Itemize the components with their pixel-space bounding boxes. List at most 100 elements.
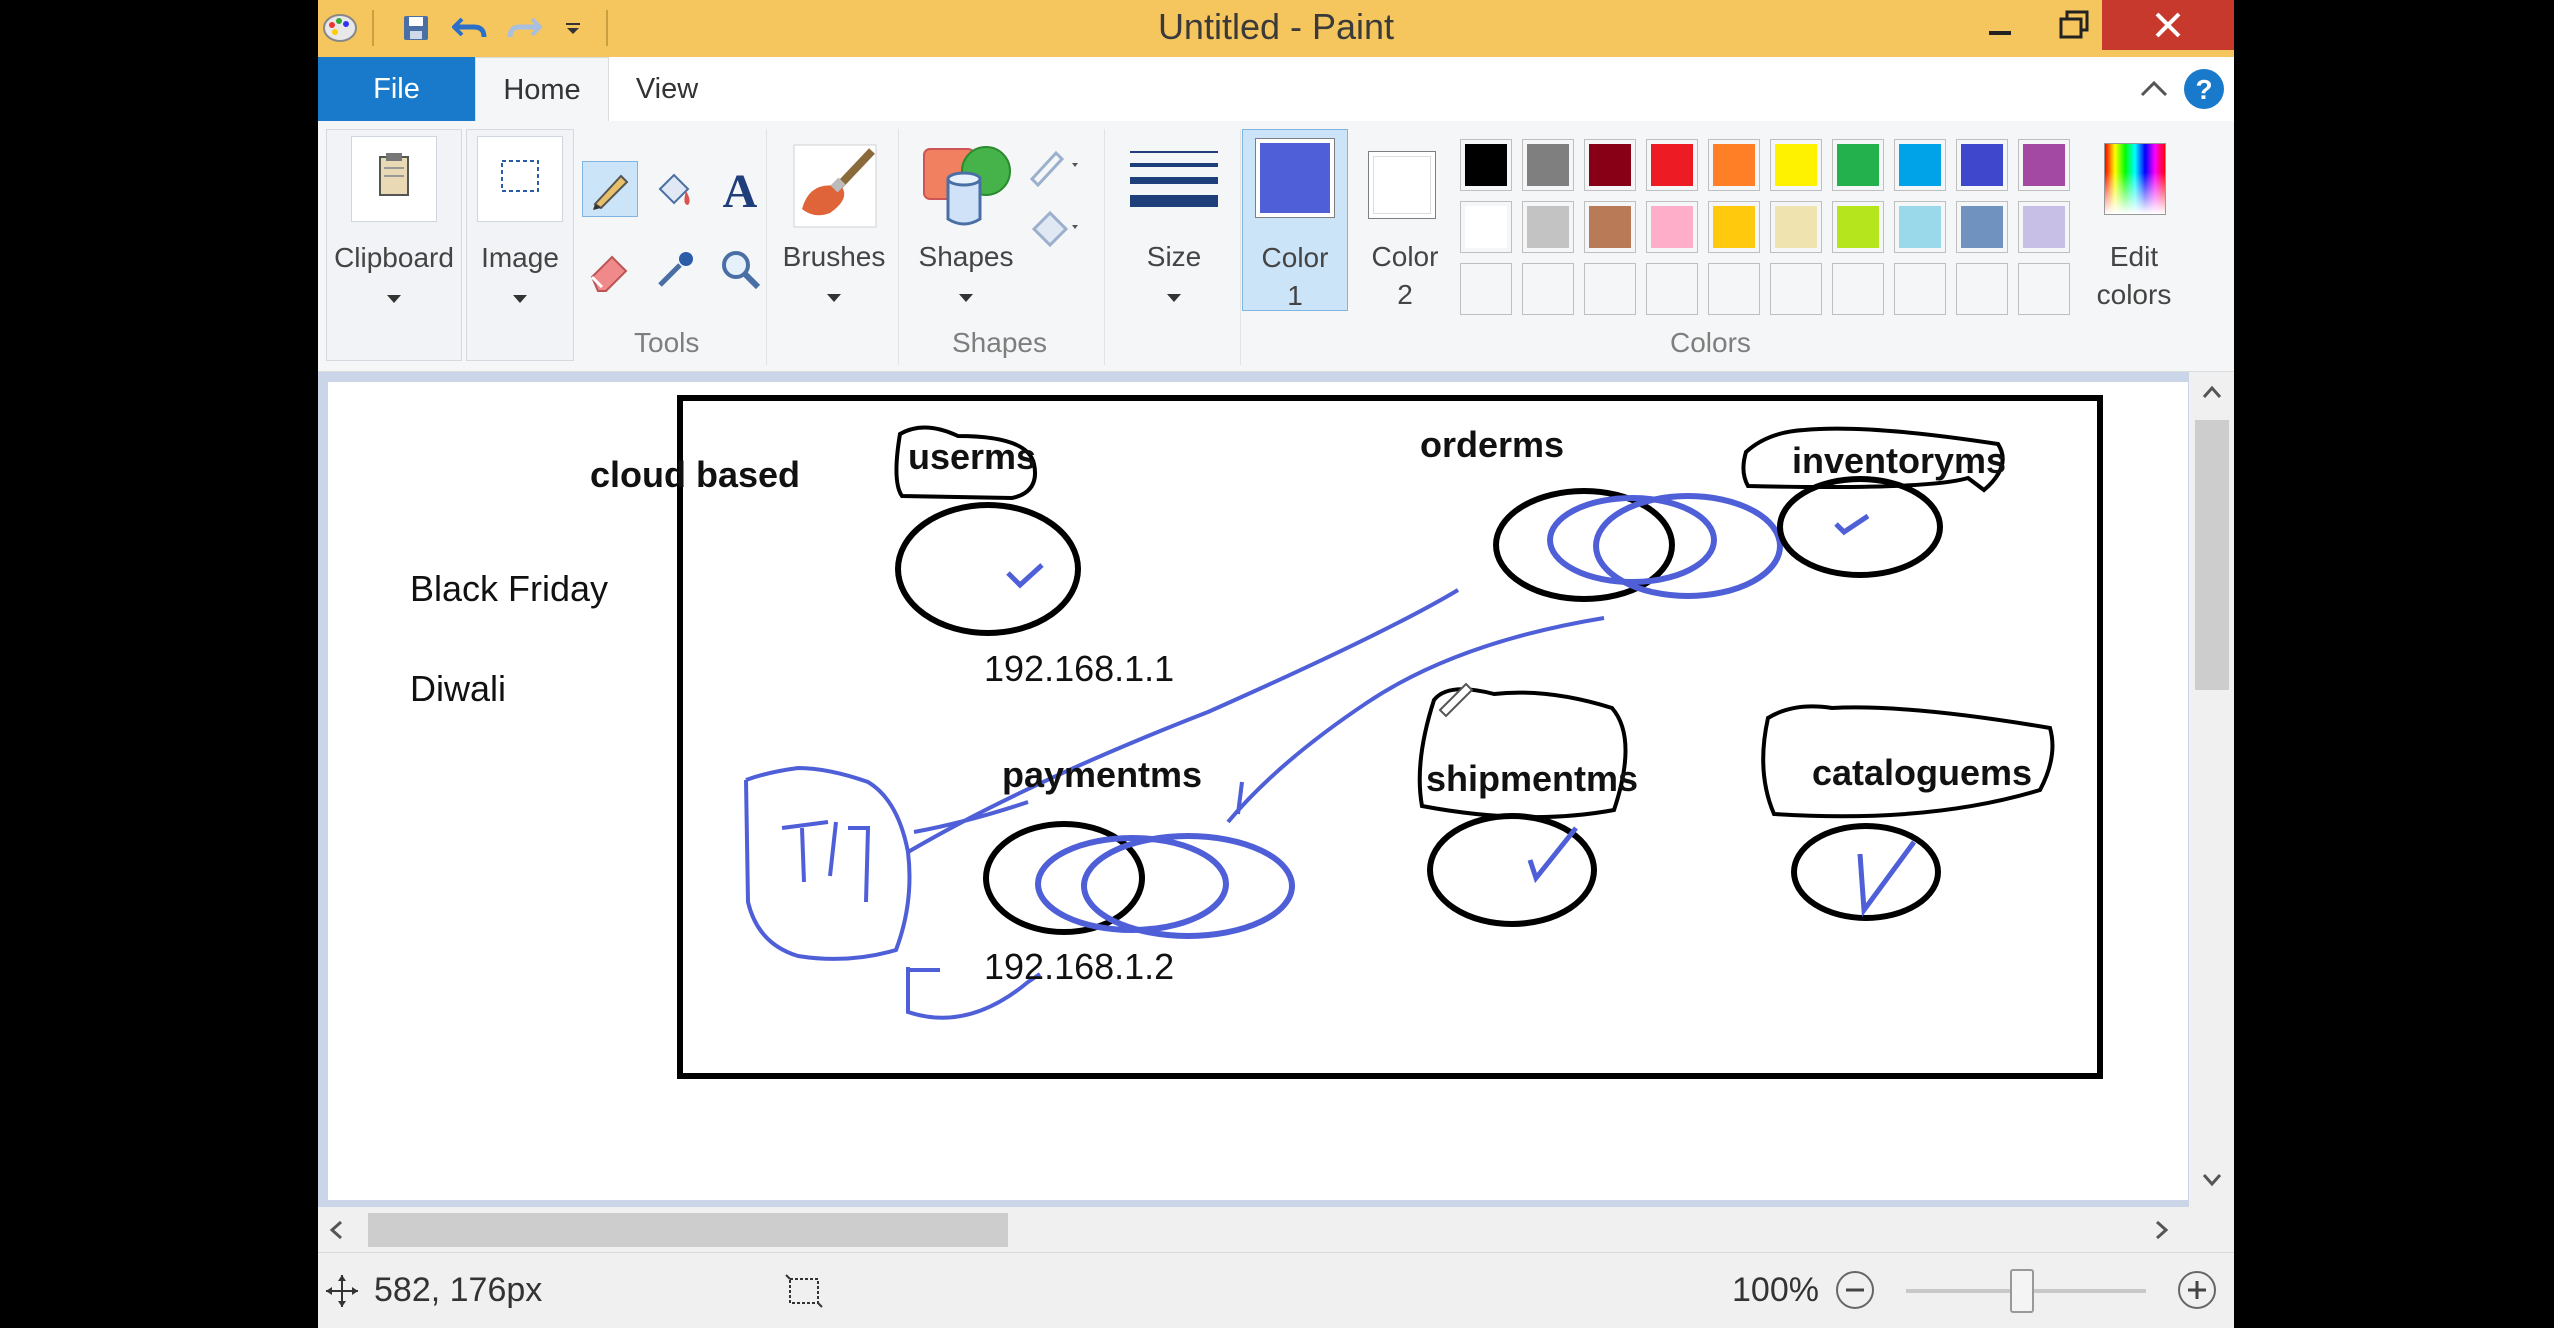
userms-circle [895,502,1081,636]
tab-view[interactable]: View [607,57,727,121]
palette-swatch[interactable] [2018,139,2070,191]
clipboard-dropdown-icon [387,295,401,303]
svg-text:?: ? [2195,74,2212,105]
palette-swatch-fill [1651,206,1693,248]
palette-swatch[interactable] [1708,139,1760,191]
cursor-coordinates: 582, 176px [374,1271,543,1309]
color-picker-icon[interactable] [646,241,702,297]
color2-number: 2 [1397,279,1413,310]
label-shipmentms: shipmentms [1426,758,1639,799]
shapes-button[interactable]: Shapes [906,129,1026,359]
palette-swatch-fill [1775,144,1817,186]
label-diwali: Diwali [410,668,507,709]
edit-colors-button[interactable]: Edit colors [2084,129,2184,359]
color1-button[interactable]: Color 1 [1242,129,1348,311]
palette-empty-slot[interactable] [1894,263,1946,315]
ribbon-separator [898,129,899,365]
collapse-ribbon-icon[interactable] [2134,69,2174,109]
edit-colors-label-2: colors [2096,279,2172,310]
eraser-icon[interactable] [582,241,638,297]
inventoryms-check [1834,513,1870,536]
tab-file[interactable]: File [318,57,475,121]
palette-empty-slot[interactable] [2018,263,2070,315]
zoom-slider-thumb[interactable] [2010,1269,2034,1313]
window-title: Untitled - Paint [1157,6,1395,47]
zoom-out-icon[interactable] [1834,1269,1876,1311]
help-icon[interactable]: ? [2182,67,2226,111]
orderms-blue-oval-1 [1547,495,1717,585]
palette-swatch[interactable] [1646,139,1698,191]
palette-swatch[interactable] [1770,201,1822,253]
horizontal-scroll-thumb[interactable] [368,1213,1008,1247]
label-paymentms: paymentms [1002,754,1203,795]
brushes-button[interactable]: Brushes [776,129,892,359]
text-tool-icon[interactable]: A [712,161,768,218]
scroll-down-icon[interactable] [2201,1172,2223,1188]
palette-swatch[interactable] [1522,201,1574,253]
palette-swatch[interactable] [1460,139,1512,191]
palette-swatch[interactable] [1832,201,1884,253]
palette-swatch[interactable] [2018,201,2070,253]
palette-swatch[interactable] [1708,201,1760,253]
palette-swatch-fill [1961,144,2003,186]
canvas-workarea: cloud based Black Friday Diwali userms o… [318,372,2234,1207]
scroll-left-icon[interactable] [328,1219,344,1241]
shapes-icon [920,139,1014,233]
palette-empty-slot[interactable] [1522,263,1574,315]
label-ip2: 192.168.1.2 [984,946,1175,987]
size-button[interactable]: Size [1114,129,1234,359]
palette-swatch[interactable] [1646,201,1698,253]
palette-swatch-fill [1713,144,1755,186]
image-dropdown-icon [513,295,527,303]
palette-swatch[interactable] [1770,139,1822,191]
drawing-canvas[interactable]: cloud based Black Friday Diwali userms o… [328,382,2188,1200]
vertical-scroll-thumb[interactable] [2195,420,2229,690]
scroll-up-icon[interactable] [2201,384,2223,400]
palette-swatch[interactable] [1956,139,2008,191]
palette-swatch[interactable] [1956,201,2008,253]
load-balancer-scribble [744,765,912,961]
palette-swatch[interactable] [1460,201,1512,253]
size-icon [1128,147,1220,227]
color2-swatch [1368,151,1436,219]
maximize-button[interactable] [2038,0,2110,50]
outline-icon[interactable] [1022,139,1086,189]
zoom-in-icon[interactable] [2176,1269,2218,1311]
palette-empty-slot[interactable] [1832,263,1884,315]
shipmentms-check [1527,826,1578,884]
tab-home[interactable]: Home [475,57,609,123]
palette-swatch[interactable] [1894,139,1946,191]
edit-colors-label: Edit [2109,241,2159,272]
palette-swatch[interactable] [1832,139,1884,191]
horizontal-scrollbar[interactable] [318,1207,2234,1252]
fill-bucket-icon[interactable] [646,161,702,217]
size-dropdown-icon [1167,294,1181,302]
palette-swatch[interactable] [1894,201,1946,253]
palette-empty-slot[interactable] [1584,263,1636,315]
color2-button[interactable]: Color 2 [1354,129,1456,311]
palette-empty-slot[interactable] [1708,263,1760,315]
pencil-icon[interactable] [582,161,638,217]
palette-empty-slot[interactable] [1646,263,1698,315]
palette-swatch-fill [1527,144,1569,186]
palette-swatch[interactable] [1584,139,1636,191]
palette-empty-slot[interactable] [1460,263,1512,315]
image-button[interactable]: Image [466,129,574,361]
scroll-right-icon[interactable] [2154,1219,2170,1241]
palette-swatch[interactable] [1584,201,1636,253]
paint-window: Untitled - Paint File Home View ? Clipbo… [318,0,2234,1328]
fill-icon[interactable] [1022,199,1086,255]
vertical-scrollbar[interactable] [2189,372,2234,1207]
minimize-button[interactable] [1964,0,2036,50]
palette-swatch[interactable] [1522,139,1574,191]
magnifier-icon[interactable] [712,241,768,297]
color2-label: Color [1371,241,1439,272]
label-ip1: 192.168.1.1 [984,648,1175,689]
clipboard-label: Clipboard [334,242,454,273]
ribbon-tabs: File Home View ? [318,57,2234,123]
clipboard-button[interactable]: Clipboard [326,129,462,361]
palette-empty-slot[interactable] [1770,263,1822,315]
close-button[interactable] [2102,0,2234,50]
inventoryms-circle [1777,476,1943,578]
palette-empty-slot[interactable] [1956,263,2008,315]
